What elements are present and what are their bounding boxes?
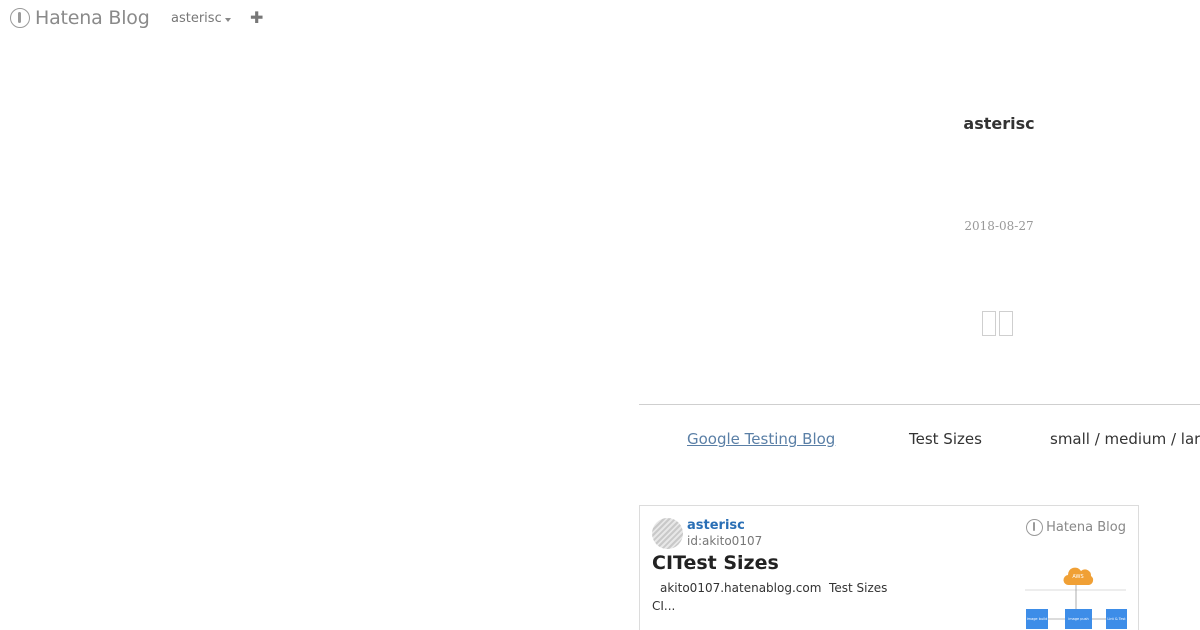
thumb-label: image build (1027, 617, 1048, 621)
hatena-logo-icon (10, 8, 30, 28)
content-divider (639, 404, 1200, 405)
card-excerpt-line2: CI... (652, 599, 676, 613)
thumb-badge: AWS (1072, 574, 1083, 580)
google-testing-blog-link[interactable]: Google Testing Blog (687, 430, 835, 448)
thumb-label: Lint & Test (1107, 617, 1126, 621)
global-header: Hatena Blog asterisc ✚ (0, 0, 1200, 36)
row-text-test-sizes: Test Sizes (909, 430, 982, 448)
share-placeholder-icon[interactable] (999, 311, 1013, 336)
entry-date[interactable]: 2018-08-27 (940, 219, 1058, 233)
share-buttons (982, 311, 1013, 336)
card-title[interactable]: CITest Sizes (652, 552, 779, 574)
thumb-label: image push (1068, 617, 1089, 621)
logo-text: Hatena Blog (35, 7, 150, 29)
entry-text-row: Google Testing Blog Test Sizes small / m… (687, 430, 1200, 452)
card-domain: akito0107.hatenablog.com (660, 581, 822, 595)
card-brand-text: Hatena Blog (1046, 520, 1126, 535)
hatena-logo-icon (1026, 519, 1044, 536)
card-thumbnail[interactable]: AWS image build image push Lint & Test (1025, 561, 1127, 630)
blog-switcher-label: asterisc (171, 11, 222, 26)
card-author[interactable]: asterisc (687, 518, 745, 533)
share-placeholder-icon[interactable] (982, 311, 996, 336)
hatena-blog-logo[interactable]: Hatena Blog (10, 7, 150, 29)
card-excerpt: akito0107.hatenablog.com Test Sizes CI..… (652, 579, 912, 615)
plus-icon[interactable]: ✚ (250, 8, 263, 27)
card-excerpt-tail: Test Sizes (829, 581, 888, 595)
card-brand-logo: Hatena Blog (1026, 519, 1126, 536)
caret-down-icon (224, 17, 231, 22)
avatar[interactable] (652, 518, 683, 549)
row-text-sizes: small / medium / large (1050, 430, 1200, 448)
blog-switcher[interactable]: asterisc (171, 11, 231, 26)
blog-title[interactable]: asterisc (940, 114, 1058, 133)
blog-embed-card[interactable]: asterisc id:akito0107 CITest Sizes akito… (639, 505, 1139, 630)
card-user-id: id:akito0107 (687, 534, 763, 548)
